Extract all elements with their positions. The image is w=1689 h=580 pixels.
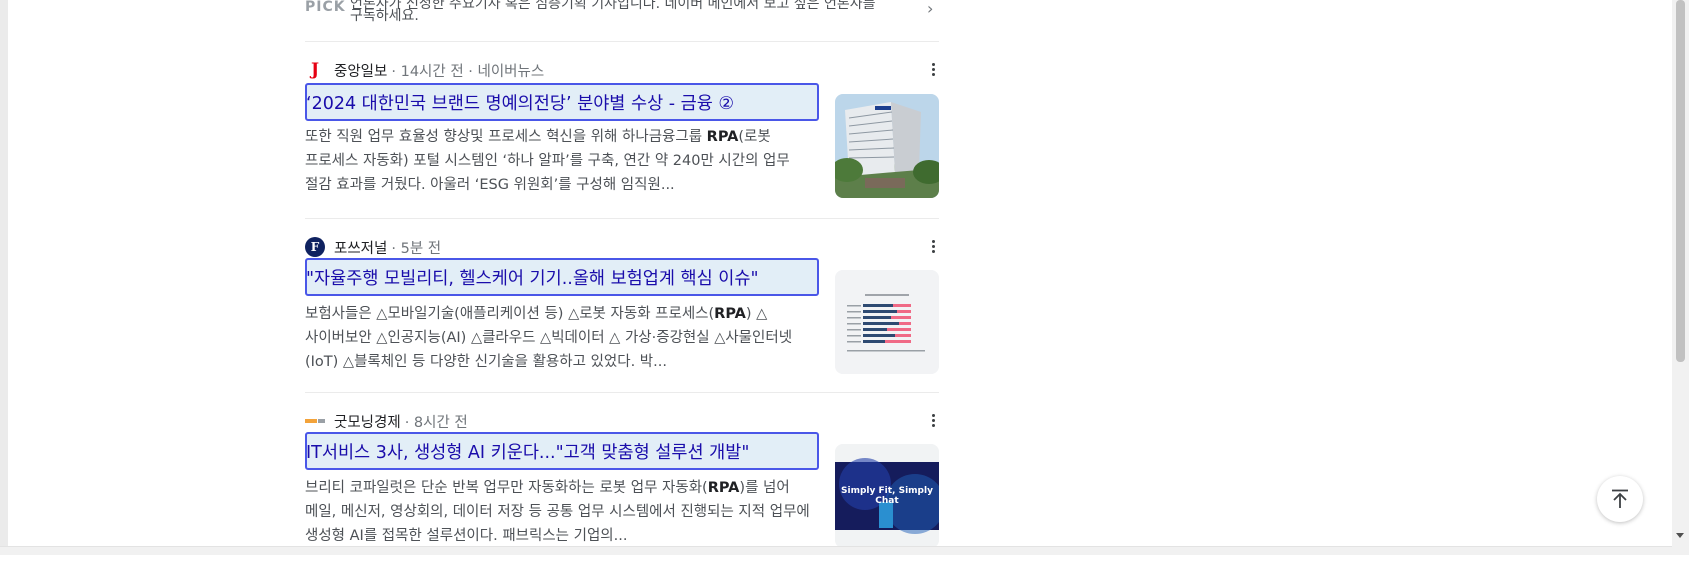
source-meta: · 8시간 전 <box>404 414 468 431</box>
more-options-icon[interactable] <box>932 412 936 429</box>
divider <box>305 392 939 393</box>
source-meta: · 14시간 전 · 네이버뉴스 <box>391 63 545 80</box>
goodmorning-economy-logo-icon <box>305 411 325 431</box>
source-name[interactable]: 굿모닝경제 <box>334 411 401 432</box>
news-thumbnail[interactable]: Simply Fit, Simply Chat <box>835 444 939 548</box>
news-title-link[interactable]: IT서비스 3사, 생성형 AI 키운다..."고객 맞춤형 설루션 개발" <box>306 442 749 464</box>
pick-text[interactable]: 구독하세요. <box>350 6 419 26</box>
news-item: F 포쓰저널 · 5분 전 "자율주행 모빌리티, 헬스케어 기기..올해 보험… <box>305 236 939 406</box>
news-title-link[interactable]: "자율주행 모빌리티, 헬스케어 기기..올해 보험업계 핵심 이슈" <box>306 268 759 290</box>
source-meta: · 5분 전 <box>391 240 442 257</box>
news-title-link[interactable]: ‘2024 대한민국 브랜드 명예의전당’ 분야별 수상 - 금융 ② <box>306 93 734 115</box>
source-name[interactable]: 포쓰저널 <box>334 237 387 258</box>
news-snippet: 브리티 코파일럿은 단순 반복 업무만 자동화하는 로봇 업무 자동화(RPA)… <box>305 480 810 544</box>
news-item: J 중앙일보 · 14시간 전 · 네이버뉴스 ‘2024 대한민국 브랜드 명… <box>305 59 939 229</box>
divider <box>305 218 939 219</box>
source-row: 굿모닝경제 · 8시간 전 <box>305 410 468 432</box>
scrollbar-thumb[interactable] <box>1676 0 1685 362</box>
joongang-logo-icon: J <box>310 60 320 80</box>
more-options-icon[interactable] <box>932 238 936 255</box>
arrow-up-icon <box>1612 489 1628 508</box>
forbes-journal-logo-icon: F <box>305 237 325 257</box>
pick-label: PICK <box>305 0 346 15</box>
news-thumbnail[interactable] <box>835 270 939 374</box>
pick-cut-text: 언론사가 선정한 주요기사 혹은 심층기획 기사입니다. 네이버 메인에서 보고… <box>350 0 876 12</box>
news-snippet: 보험사들은 △모바일기술(애플리케이션 등) △로봇 자동화 프로세스(RPA)… <box>305 306 793 370</box>
horizontal-scrollbar[interactable] <box>0 546 1672 555</box>
source-row: F 포쓰저널 · 5분 전 <box>305 236 441 258</box>
scroll-to-top-button[interactable] <box>1597 476 1643 522</box>
chevron-right-icon[interactable]: › <box>927 0 933 18</box>
news-thumbnail[interactable] <box>835 94 939 198</box>
thumbnail-caption: Simply Fit, Simply Chat <box>841 486 933 506</box>
scroll-down-arrow-icon[interactable] <box>1676 533 1684 538</box>
more-options-icon[interactable] <box>932 61 936 78</box>
source-row: J 중앙일보 · 14시간 전 · 네이버뉴스 <box>305 59 544 81</box>
left-edge <box>0 0 8 555</box>
divider <box>305 41 939 42</box>
source-name[interactable]: 중앙일보 <box>334 60 387 81</box>
news-snippet: 또한 직원 업무 효율성 향상및 프로세스 혁신을 위해 하나금융그룹 RPA(… <box>305 129 790 193</box>
